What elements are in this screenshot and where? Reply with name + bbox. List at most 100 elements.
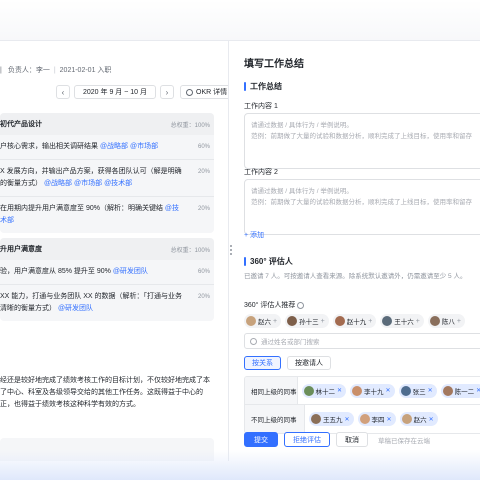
work-content-2-input[interactable]: 请通过数据 / 具体行为 / 举例说明。 范例：前期做了大量的试验和数据分析，顺… [244, 179, 480, 235]
avatar [442, 385, 453, 396]
kr-progress: 20% [197, 169, 210, 175]
kr-tag[interactable]: @技术部 [104, 180, 132, 187]
section-title: 工作总结 [244, 81, 282, 92]
avatar [400, 385, 411, 396]
person-chip[interactable]: 林十二 ✕ [301, 383, 347, 398]
plus-icon[interactable]: + [416, 318, 420, 325]
objective-title: 升用户满意度 [0, 246, 42, 253]
close-icon[interactable]: ✕ [429, 416, 434, 423]
person-chip[interactable]: 李十九 ✕ [350, 383, 395, 398]
person-chip[interactable]: 王五九 ✕ [309, 412, 354, 426]
key-result[interactable]: 验，用户满意度从 85% 提升至 90% @研发团队 60% [0, 260, 214, 285]
kr-tag[interactable]: @研发团队 [113, 268, 148, 275]
kr-tag[interactable]: @战略部 [100, 143, 128, 150]
reviewer-search-input[interactable]: 通过姓名或部门搜索 [244, 333, 480, 349]
relation-label: 不同上级的同事 [245, 405, 305, 433]
recommended-reviewers: 赵六 + 孙十三 + 赵十九 + 王十六 + 陈八 + [244, 314, 465, 328]
objective-card: 初代产品设计 总权重：100% 户核心需求，输出相关调研结果 @战略部 @市场部… [0, 113, 214, 233]
reviewer-description: 已邀请 7 人。可按邀请人查看来源。除系统默认邀请外，仍需邀请至少 5 人。 [244, 273, 467, 280]
textarea-placeholder: 范例：前期做了大量的试验和数据分析，顺利完成了上线目标，使用率和留存 [251, 133, 472, 140]
reviewer-chip[interactable]: 赵十九 + [332, 314, 377, 328]
kr-progress: 60% [197, 269, 210, 275]
tab-by-inviter[interactable]: 按邀请人 [287, 356, 331, 370]
kr-text: 在用期内提升用户满意度至 90%（解析：明确关键结 [0, 205, 163, 212]
form-actions: 提交 拒绝评估 取消 草稿已保存在云端 [244, 432, 430, 447]
close-icon[interactable]: ✕ [337, 387, 342, 394]
kr-text: 验，用户满意度从 85% 提升至 90% [0, 268, 111, 275]
submit-button[interactable]: 提交 [244, 432, 278, 447]
info-icon[interactable] [297, 301, 305, 309]
close-icon[interactable]: ✕ [387, 416, 392, 423]
textarea-placeholder: 请通过数据 / 具体行为 / 举例说明。 [251, 188, 353, 195]
relation-row: 不同上级的同事 王五九 ✕ 李四 ✕ 赵六 ✕ [245, 405, 480, 433]
objective-title: 初代产品设计 [0, 121, 42, 128]
kr-tag[interactable]: @战略部 [44, 180, 72, 187]
bottom-background [0, 450, 480, 480]
kr-text: 户核心需求，输出相关调研结果 [0, 143, 98, 150]
close-icon[interactable]: ✕ [386, 387, 391, 394]
reject-button[interactable]: 拒绝评估 [284, 432, 330, 447]
relation-row: 相同上级的同事 林十二✕ 李十九✕ 张三✕ 陈一二✕ [245, 377, 480, 405]
textarea-placeholder: 请通过数据 / 具体行为 / 举例说明。 [251, 122, 353, 129]
group-tabs: 按关系 按邀请人 [244, 356, 331, 370]
field-label: 工作内容 1 [244, 103, 278, 110]
objective-weight: 总权重：100% [170, 122, 210, 129]
okr-detail-button[interactable]: OKR 详情 [180, 85, 228, 99]
top-background [0, 0, 480, 40]
avatar [311, 414, 321, 424]
summary-form: 填写工作总结 工作总结 工作内容 1 请通过数据 / 具体行为 / 举例说明。 … [244, 41, 480, 461]
owner-label: 负责人：李一 [7, 67, 50, 74]
reviewer-chip[interactable]: 陈八 + [427, 314, 465, 328]
plus-icon[interactable]: + [457, 318, 461, 325]
objective-header: 升用户满意度 总权重：100% [0, 238, 214, 260]
chevron-left-icon[interactable]: ‹ [56, 85, 70, 99]
tab-by-relation[interactable]: 按关系 [244, 356, 281, 370]
period-selector: ‹ 2020 年 9 月 ~ 10 月 › OKR 详情 [56, 85, 228, 99]
app-frame: | 负责人：李一 | 2021-02-01 入职 ‹ 2020 年 9 月 ~ 10 … [0, 40, 480, 461]
plus-icon[interactable]: + [273, 318, 277, 325]
objective-weight: 总权重：100% [170, 247, 210, 254]
plus-icon[interactable]: + [321, 318, 325, 325]
close-icon[interactable]: ✕ [345, 416, 350, 423]
avatar [303, 385, 314, 396]
work-content-1-input[interactable]: 请通过数据 / 具体行为 / 举例说明。 范例：前期做了大量的试验和数据分析，顺… [244, 113, 480, 169]
work-summary-text: 经还是较好地完成了绩效考核工作的目标计划，不仅较好地完成了本了中心、科室及各级领… [0, 377, 210, 408]
key-result[interactable]: X 发展方向，并输出产品方案，获得各团队认可（解是明确的衡量方式） @战略部 @… [0, 160, 214, 197]
reviewer-chip[interactable]: 孙十三 + [285, 314, 329, 328]
objective-header: 初代产品设计 总权重：100% [0, 113, 214, 135]
kr-progress: 20% [197, 294, 210, 300]
owner-meta: | 负责人：李一 | 2021-02-01 入职 [0, 67, 112, 74]
reviewer-chip[interactable]: 王十六 + [380, 314, 424, 328]
add-content-button[interactable]: + 添加 [244, 230, 264, 240]
join-date: 2021-02-01 入职 [59, 67, 112, 74]
person-chip[interactable]: 赵六 ✕ [399, 412, 438, 426]
relation-table: 相同上级的同事 林十二✕ 李十九✕ 张三✕ 陈一二✕ 不同上级的同事 王五九✕ … [244, 376, 480, 434]
close-icon[interactable]: ✕ [476, 387, 480, 394]
drag-handle-icon[interactable] [230, 245, 232, 255]
person-chip[interactable]: 张三 ✕ [398, 383, 437, 398]
kr-tag[interactable]: @研发团队 [58, 305, 93, 312]
person-chip[interactable]: 李四 ✕ [357, 412, 396, 426]
close-icon[interactable]: ✕ [428, 387, 433, 394]
target-icon [186, 88, 194, 96]
kr-tag[interactable]: @市场部 [74, 180, 102, 187]
avatar [401, 414, 412, 424]
textarea-placeholder: 范例：前期做了大量的试验和数据分析，顺利完成了上线目标，使用率和留存 [251, 199, 472, 206]
kr-tag[interactable]: @市场部 [130, 143, 158, 150]
field-label: 工作内容 2 [244, 169, 278, 176]
plus-icon[interactable]: + [368, 318, 372, 325]
cancel-button[interactable]: 取消 [336, 432, 368, 447]
avatar [287, 316, 298, 326]
period-label[interactable]: 2020 年 9 月 ~ 10 月 [74, 85, 157, 99]
key-result[interactable]: 户核心需求，输出相关调研结果 @战略部 @市场部 60% [0, 135, 214, 160]
key-result[interactable]: XX 能力，打通与业务团队 XX 的数据（解析：「打通与业务清晰的衡量方式） @… [0, 285, 214, 321]
section-title: 360° 评估人 [244, 256, 293, 267]
reviewer-chip[interactable]: 赵六 + [244, 314, 282, 328]
kr-progress: 20% [197, 206, 210, 212]
key-result[interactable]: 在用期内提升用户满意度至 90%（解析：明确关键结 @技术部 20% [0, 197, 214, 233]
avatar [382, 316, 393, 326]
avatar [359, 414, 370, 424]
person-chip[interactable]: 陈一二✕ [440, 383, 480, 398]
relation-label: 相同上级的同事 [245, 377, 298, 404]
chevron-right-icon[interactable]: › [160, 85, 175, 99]
